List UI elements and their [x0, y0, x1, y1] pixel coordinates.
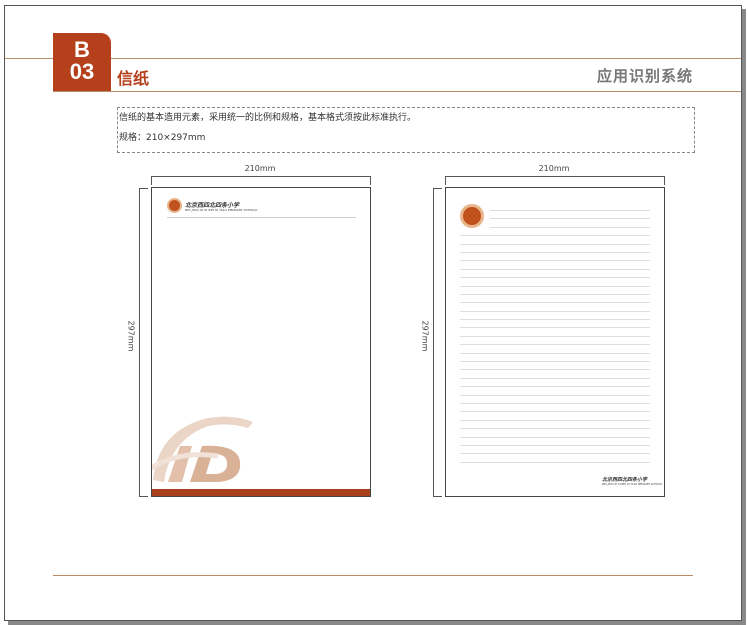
- width-dimension-left: [151, 176, 371, 185]
- school-logo-icon: [167, 198, 182, 213]
- bottom-color-bar: [152, 489, 370, 496]
- top-rule: [5, 58, 741, 59]
- school-name: 北京西四北四条小学: [602, 477, 648, 483]
- badge-letter: B: [74, 37, 90, 62]
- spec-text: 规格：210×297mm: [119, 133, 206, 143]
- page-title: 信纸: [117, 69, 150, 88]
- height-dimension-left: [139, 188, 148, 497]
- watermark-emblem-icon: [152, 416, 253, 482]
- school-name-en: BEI JING XI SI BEI SI TIAO PRIMARY SCHOO…: [602, 483, 663, 486]
- letterhead-plain: 北京西四北四条小学 BEI JING XI SI BEI SI TIAO PRI…: [151, 187, 371, 497]
- height-label-left: 297mm: [126, 320, 136, 352]
- description-text: 信纸的基本造用元素，采用统一的比例和规格，基本格式须按此标准执行。: [119, 113, 417, 123]
- height-dimension-right: [433, 188, 442, 497]
- width-label-right: 210mm: [538, 164, 570, 173]
- letterhead-lined: 北京西四北四条小学 BEI JING XI SI BEI SI TIAO PRI…: [445, 187, 665, 497]
- page-frame: B 03 信纸 应用识别系统 信纸的基本造用元素，采用统一的比例和规格，基本格式…: [4, 5, 742, 621]
- header-divider: [167, 217, 356, 218]
- school-name-en: BEI JING XI SI BEI SI TIAO PRIMARY SCHOO…: [185, 208, 258, 212]
- height-label-right: 297mm: [420, 320, 430, 352]
- footer-rule: [53, 575, 693, 576]
- system-name: 应用识别系统: [596, 67, 693, 85]
- section-badge: B 03: [53, 33, 111, 91]
- width-label-left: 210mm: [244, 164, 276, 173]
- header-rule: [53, 91, 741, 92]
- writing-lines: [460, 210, 650, 470]
- badge-number: 03: [69, 59, 95, 84]
- description-box: 信纸的基本造用元素，采用统一的比例和规格，基本格式须按此标准执行。 规格：210…: [117, 107, 695, 153]
- width-dimension-right: [445, 176, 665, 185]
